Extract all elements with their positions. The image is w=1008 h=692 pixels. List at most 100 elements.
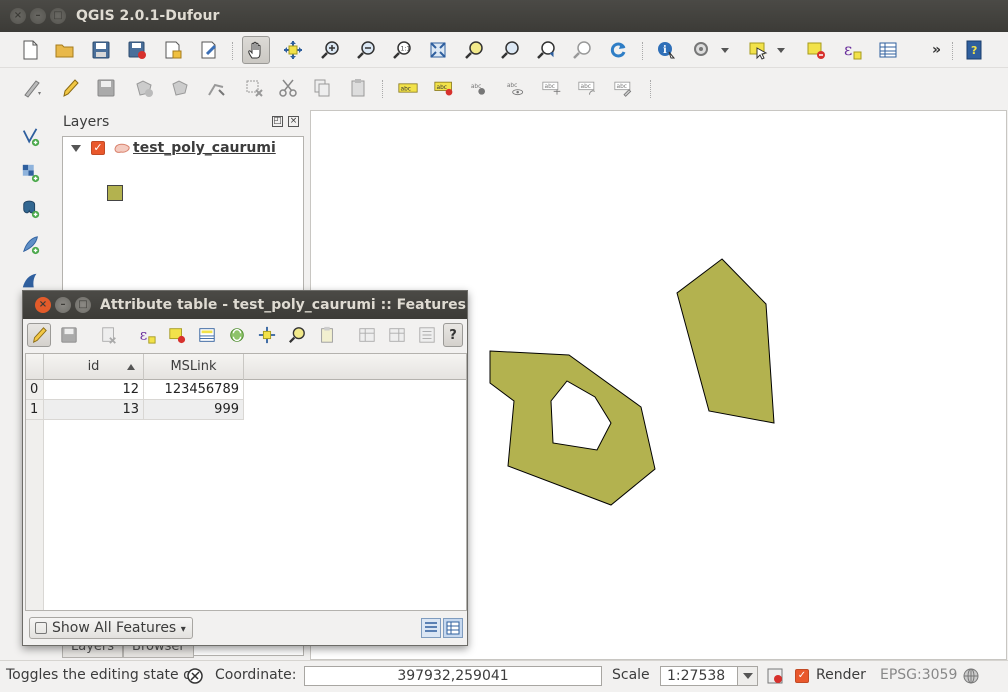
window-maximize-button[interactable]: □ [50, 8, 66, 24]
collapse-arrow-icon[interactable] [71, 144, 81, 152]
action-dropdown-icon[interactable] [718, 36, 732, 64]
open-project-icon[interactable] [51, 36, 79, 64]
paste-features-icon[interactable] [344, 74, 372, 102]
delete-selected-icon[interactable] [97, 323, 121, 347]
row-header[interactable]: 1 [26, 400, 44, 420]
row-header[interactable]: 0 [26, 380, 44, 400]
pan-to-selection-icon[interactable] [255, 323, 279, 347]
toggle-editing-icon[interactable] [56, 74, 84, 102]
layer-visibility-checkbox[interactable]: ✓ [91, 141, 105, 155]
add-column-icon[interactable] [355, 323, 379, 347]
scale-combobox[interactable]: 1:27538 [660, 666, 758, 686]
copy-features-icon[interactable] [308, 74, 336, 102]
corner-header[interactable] [26, 354, 44, 380]
window-minimize-button[interactable]: – [30, 8, 46, 24]
add-vector-layer-icon[interactable] [16, 122, 46, 152]
table-view-button[interactable] [421, 618, 441, 638]
rotate-label-icon[interactable]: abc [574, 74, 602, 102]
zoom-next-icon[interactable] [568, 36, 596, 64]
expression-select-icon[interactable]: ε [135, 323, 159, 347]
select-dropdown-icon[interactable] [774, 36, 788, 64]
attribute-table-window: × – □ Attribute table - test_poly_caurum… [22, 290, 468, 646]
label-icon[interactable]: abc [394, 74, 422, 102]
layer-item[interactable]: ✓ test_poly_caurumi [65, 138, 301, 158]
zoom-in-icon[interactable] [316, 36, 344, 64]
deselect-icon[interactable] [802, 36, 830, 64]
table-row[interactable]: 0 12 123456789 [26, 380, 466, 400]
unselect-all-icon[interactable] [165, 323, 189, 347]
add-feature-icon[interactable] [130, 74, 158, 102]
cell-mslink[interactable]: 123456789 [144, 380, 244, 400]
pin-labels-icon[interactable]: abc [466, 74, 494, 102]
move-selection-to-top-icon[interactable] [195, 323, 219, 347]
field-calculator-icon[interactable]: ε [838, 36, 866, 64]
delete-column-icon[interactable] [385, 323, 409, 347]
attribute-table-maximize-button[interactable]: □ [75, 297, 91, 313]
column-header-mslink[interactable]: MSLink [144, 354, 244, 380]
delete-selected-icon[interactable] [240, 74, 268, 102]
action-icon[interactable] [688, 36, 716, 64]
move-feature-icon[interactable] [166, 74, 194, 102]
refresh-icon[interactable] [604, 36, 632, 64]
whats-this-icon[interactable]: ? [960, 36, 988, 64]
panel-float-button[interactable]: ◰ [272, 116, 283, 127]
polygon-feature-right[interactable] [676, 258, 775, 424]
pan-to-selection-icon[interactable] [279, 36, 307, 64]
zoom-full-icon[interactable] [424, 36, 452, 64]
add-postgis-layer-icon[interactable] [16, 194, 46, 224]
help-icon[interactable]: ? [443, 323, 463, 347]
cell-mslink[interactable]: 999 [144, 400, 244, 420]
cell-id[interactable]: 12 [44, 380, 144, 400]
show-all-features-button[interactable]: Show All Features ▾ [29, 617, 193, 639]
add-raster-layer-icon[interactable] [16, 158, 46, 188]
new-print-composer-icon[interactable] [159, 36, 187, 64]
toolbar-overflow-button[interactable]: » [932, 42, 941, 58]
cell-id[interactable]: 13 [44, 400, 144, 420]
coordinate-field[interactable]: 397932,259041 [304, 666, 602, 686]
table-row[interactable]: 1 13 999 [26, 400, 466, 420]
projection-globe-icon[interactable] [962, 667, 980, 685]
show-hide-labels-icon[interactable]: abc [502, 74, 530, 102]
move-label-icon[interactable]: abc [538, 74, 566, 102]
identify-icon[interactable]: i [652, 36, 680, 64]
coordinate-toggle-icon[interactable] [186, 667, 204, 685]
zoom-to-selection-icon[interactable] [285, 323, 309, 347]
layer-name[interactable]: test_poly_caurumi [133, 140, 276, 156]
copy-rows-icon[interactable] [315, 323, 339, 347]
current-edits-icon[interactable] [18, 74, 46, 102]
attribute-table-close-button[interactable]: × [35, 297, 51, 313]
composer-manager-icon[interactable] [195, 36, 223, 64]
save-project-icon[interactable] [87, 36, 115, 64]
form-view-button[interactable] [443, 618, 463, 638]
polygon-feature-left[interactable] [489, 350, 656, 506]
status-message: Toggles the editing state o [6, 667, 192, 683]
save-edits-icon[interactable] [57, 323, 81, 347]
zoom-out-icon[interactable] [352, 36, 380, 64]
stop-render-icon[interactable] [766, 667, 784, 685]
save-edits-icon[interactable] [92, 74, 120, 102]
pan-icon[interactable] [242, 36, 270, 64]
zoom-to-selection-icon[interactable] [496, 36, 524, 64]
crs-label[interactable]: EPSG:3059 [880, 667, 957, 683]
render-checkbox[interactable]: ✓ [795, 669, 809, 683]
node-tool-icon[interactable] [202, 74, 230, 102]
new-project-icon[interactable] [16, 36, 44, 64]
invert-selection-icon[interactable] [225, 323, 249, 347]
zoom-actual-icon[interactable]: 1:1 [388, 36, 416, 64]
change-label-icon[interactable]: abc [610, 74, 638, 102]
label-highlight-icon[interactable]: abc [430, 74, 458, 102]
column-header-id[interactable]: id [44, 354, 144, 380]
select-features-icon[interactable] [744, 36, 772, 64]
window-close-button[interactable]: × [10, 8, 26, 24]
zoom-last-icon[interactable] [532, 36, 560, 64]
scale-dropdown-arrow[interactable] [737, 667, 757, 685]
save-as-icon[interactable] [123, 36, 151, 64]
toggle-editing-icon[interactable] [27, 323, 51, 347]
attribute-table-minimize-button[interactable]: – [55, 297, 71, 313]
zoom-to-layer-icon[interactable] [460, 36, 488, 64]
add-spatialite-layer-icon[interactable] [16, 230, 46, 260]
field-calculator-icon[interactable] [415, 323, 439, 347]
panel-close-button[interactable]: × [288, 116, 299, 127]
cut-features-icon[interactable] [274, 74, 302, 102]
attribute-table-icon[interactable] [874, 36, 902, 64]
